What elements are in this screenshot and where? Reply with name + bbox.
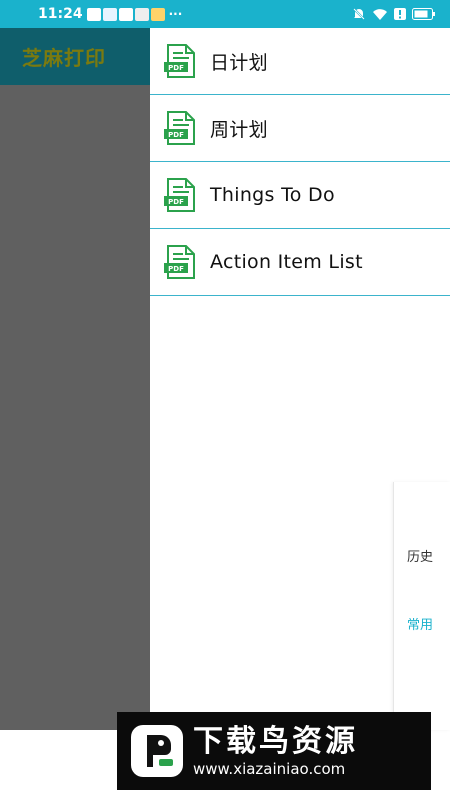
tab-common[interactable]: 常用 bbox=[407, 614, 433, 633]
app-notification-icon bbox=[86, 7, 101, 21]
watermark-title: 下载鸟资源 bbox=[193, 724, 358, 759]
watermark-url: www.xiazainiao.com bbox=[193, 760, 346, 778]
doc-item-things-to-do[interactable]: PDF Things To Do bbox=[150, 162, 450, 229]
alert-icon bbox=[394, 8, 406, 20]
app-title: 芝麻打印 bbox=[22, 46, 106, 70]
status-time: 11:24 bbox=[38, 6, 83, 22]
pdf-file-icon: PDF bbox=[164, 44, 195, 78]
svg-text:PDF: PDF bbox=[168, 131, 184, 139]
drawer-scrim[interactable] bbox=[0, 85, 150, 730]
wifi-icon bbox=[373, 8, 387, 20]
battery-icon bbox=[412, 8, 435, 20]
pdf-file-icon: PDF bbox=[164, 111, 195, 145]
svg-text:PDF: PDF bbox=[168, 64, 184, 72]
status-bar: 11:24 ··· bbox=[0, 0, 450, 28]
doc-item-label: 周计划 bbox=[210, 118, 268, 141]
status-right-icons bbox=[352, 7, 436, 21]
svg-text:PDF: PDF bbox=[168, 265, 184, 273]
doc-item-daily-plan[interactable]: PDF 日计划 bbox=[150, 28, 450, 95]
side-tab-panel: 历史 常用 bbox=[393, 482, 450, 730]
doc-item-label: Action Item List bbox=[210, 251, 363, 273]
mail-notification-icon bbox=[150, 7, 165, 21]
doc-item-label: 日计划 bbox=[210, 51, 268, 74]
bird-logo-icon bbox=[131, 725, 183, 777]
pdf-file-icon: PDF bbox=[164, 245, 195, 279]
chat-notification-icon bbox=[134, 7, 149, 21]
doc-item-weekly-plan[interactable]: PDF 周计划 bbox=[150, 95, 450, 162]
pdf-file-icon: PDF bbox=[164, 178, 195, 212]
mute-icon bbox=[353, 8, 365, 20]
doc-item-action-item-list[interactable]: PDF Action Item List bbox=[150, 229, 450, 296]
tab-history[interactable]: 历史 bbox=[407, 546, 433, 565]
watermark-banner: 下载鸟资源 www.xiazainiao.com bbox=[117, 712, 431, 790]
app-notification-icon bbox=[118, 7, 133, 21]
cloud-notification-icon bbox=[102, 7, 117, 21]
svg-text:PDF: PDF bbox=[168, 198, 184, 206]
doc-item-label: Things To Do bbox=[210, 184, 335, 206]
more-notifications: ··· bbox=[168, 7, 183, 21]
notification-icons bbox=[86, 7, 165, 21]
